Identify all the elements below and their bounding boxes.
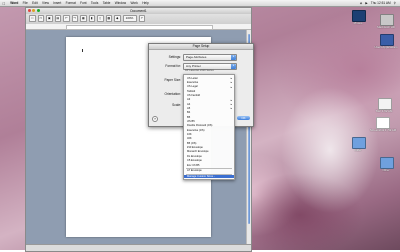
new-document-icon[interactable]: □ <box>29 15 36 22</box>
scale-label: Scale: <box>172 103 181 107</box>
format-label: Format for: <box>165 64 181 68</box>
paper-size-menu: US Letter▸Executive▸US Legal▸TabloidUS F… <box>183 74 235 180</box>
paper-size-option[interactable]: 16K <box>184 133 234 136</box>
chevron-right-icon: ▸ <box>231 81 232 84</box>
table-icon[interactable]: ▦ <box>80 15 87 22</box>
zoom-button[interactable] <box>37 9 40 12</box>
paper-size-label: Paper Size: <box>165 78 181 82</box>
paper-size-option[interactable]: 32K <box>184 137 234 140</box>
gallery-icon[interactable]: ▩ <box>106 15 113 22</box>
columns-icon[interactable]: ▮ <box>89 15 96 22</box>
menu-font[interactable]: Font <box>78 1 89 5</box>
paper-size-option[interactable]: Manage Custom Sizes... <box>184 175 234 178</box>
window-title: Document1 <box>130 9 146 13</box>
chevron-right-icon: ▸ <box>231 103 232 106</box>
ok-button[interactable]: OK <box>237 116 250 120</box>
chevron-right-icon: ▸ <box>231 99 232 102</box>
print-icon[interactable]: ▤ <box>55 15 62 22</box>
paper-size-option[interactable]: Monarch Envelope <box>184 150 234 153</box>
menu-clock[interactable]: Thu 12:51 AM <box>371 1 391 5</box>
paper-size-option[interactable]: A7 Envelope <box>184 169 234 172</box>
save-icon[interactable]: ▣ <box>46 15 53 22</box>
menu-table[interactable]: Table <box>101 1 113 5</box>
apple-menu-icon[interactable]:  <box>0 1 8 6</box>
paper-size-option[interactable]: Tabloid <box>184 90 234 93</box>
format-value: Any Printer <box>186 64 201 68</box>
menu-insert[interactable]: Insert <box>51 1 63 5</box>
paper-size-option[interactable]: Double Postcard (JIS) <box>184 124 234 127</box>
settings-value: Page Attributes <box>186 55 206 59</box>
paper-size-option[interactable]: B4 <box>184 111 234 114</box>
toolbox-icon[interactable]: ◆ <box>114 15 121 22</box>
paper-size-option[interactable]: C5 Envelope <box>184 159 234 162</box>
orientation-label: Orientation: <box>165 92 181 96</box>
desktop-icon-label[interactable]: Other <box>374 168 398 172</box>
sidebar-icon[interactable]: ▯ <box>97 15 104 22</box>
paper-size-option[interactable]: #10 Envelope <box>184 146 234 149</box>
paper-size-option[interactable]: JIS B5 <box>184 120 234 123</box>
close-button[interactable] <box>28 9 31 12</box>
menu-tools[interactable]: Tools <box>89 1 101 5</box>
paper-size-option[interactable]: A3 <box>184 98 234 101</box>
desktop-icon-label[interactable]: Users Applications <box>374 45 398 49</box>
menu-format[interactable]: Format <box>63 1 77 5</box>
redo-icon[interactable]: ↷ <box>72 15 79 22</box>
menu-file[interactable]: File <box>20 1 30 5</box>
desktop-icon-label[interactable]: Screenshot 1 -52 AM <box>370 128 394 132</box>
menu-word[interactable]: Word <box>8 1 20 5</box>
wifi-icon[interactable]: ◈ <box>360 1 362 5</box>
desktop-icon-label[interactable]: Photos <box>346 21 370 25</box>
standard-toolbar: □ ▭ ▣ ▤ ↶ ↷ ▦ ▮ ▯ ▩ ◆ 100% ? <box>26 14 251 25</box>
menu-help[interactable]: Help <box>140 1 151 5</box>
menu-edit[interactable]: Edit <box>30 1 40 5</box>
chevron-down-icon: ▾ <box>231 64 236 69</box>
settings-popup[interactable]: Page Attributes ▾ <box>183 54 237 61</box>
chevron-right-icon: ▸ <box>231 77 232 80</box>
paper-size-option[interactable]: Executive (JIS) <box>184 129 234 132</box>
chevron-right-icon: ▸ <box>231 107 232 110</box>
text-cursor <box>82 49 83 52</box>
minimize-button[interactable] <box>32 9 35 12</box>
paper-size-option[interactable]: DL Envelope <box>184 155 234 158</box>
paper-size-option[interactable]: Env C6 B5 <box>184 164 234 167</box>
paper-size-option[interactable]: B5 (JIS) <box>184 142 234 145</box>
settings-label: Settings: <box>169 55 181 59</box>
desktop-icon-label[interactable]: Tour 1-52 AM <box>372 109 396 113</box>
format-row: Format for: Any Printer ▾ <box>149 63 253 68</box>
paper-size-option[interactable]: A4 <box>184 103 234 106</box>
spotlight-icon[interactable]: ⚲ <box>394 1 396 5</box>
paper-size-option[interactable]: US Letter <box>184 77 234 80</box>
window-titlebar[interactable]: Document1 <box>26 8 251 14</box>
desktop-icon-label[interactable]: folder <box>346 148 370 152</box>
desktop-icon-label[interactable]: Macintosh HD <box>374 25 398 29</box>
window-controls <box>28 9 40 12</box>
paper-size-option[interactable]: B5 <box>184 116 234 119</box>
menu-extras: ◈ ▶ Thu 12:51 AM ⚲ <box>360 1 400 5</box>
chevron-down-icon: ▾ <box>231 55 236 60</box>
format-subtext: HP LaserJet 2420 Series <box>185 69 214 72</box>
paper-size-option[interactable]: US Fanfold <box>184 94 234 97</box>
menu-work[interactable]: Work <box>128 1 140 5</box>
menu-window[interactable]: Window <box>113 1 129 5</box>
zoom-control[interactable]: 100% <box>123 15 137 22</box>
undo-icon[interactable]: ↶ <box>63 15 70 22</box>
paper-size-option[interactable]: US Legal <box>184 85 234 88</box>
help-icon[interactable]: ? <box>139 15 146 22</box>
dialog-title: Page Setup <box>149 44 253 50</box>
chevron-right-icon: ▸ <box>231 86 232 89</box>
paper-size-option[interactable]: A5 <box>184 107 234 110</box>
menu-view[interactable]: View <box>40 1 51 5</box>
volume-icon[interactable]: ▶ <box>365 1 367 5</box>
paper-size-option[interactable]: Executive <box>184 81 234 84</box>
help-button[interactable]: ? <box>152 116 158 122</box>
settings-row: Settings: Page Attributes ▾ <box>149 54 253 59</box>
open-folder-icon[interactable]: ▭ <box>38 15 45 22</box>
